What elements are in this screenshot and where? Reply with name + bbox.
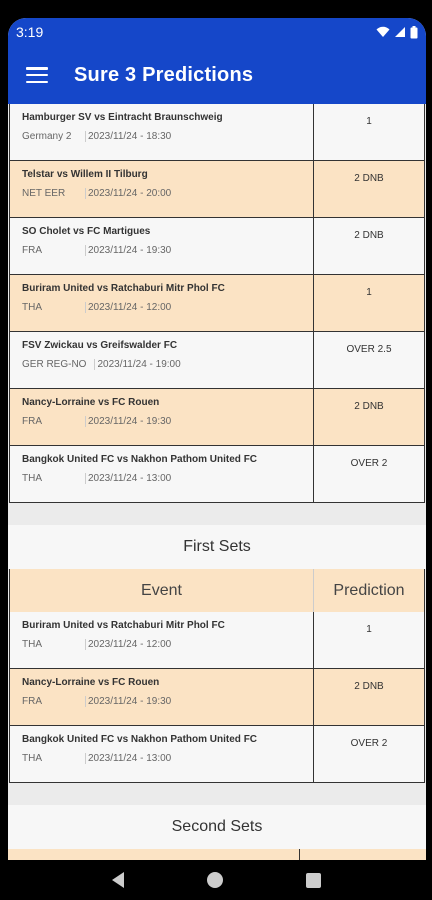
- table-row[interactable]: Buriram United vs Ratchaburi Mitr Phol F…: [10, 275, 424, 332]
- match-meta: GER REG-NO 2023/11/24 - 19:00: [22, 359, 313, 370]
- match-time: 2023/11/24 - 19:00: [97, 359, 181, 370]
- match-meta: FRA 2023/11/24 - 19:30: [22, 245, 313, 256]
- phone-frame: 3:19 Sure 3 Predictions Hamburger SV vs …: [0, 0, 432, 900]
- second-sets-title: Second Sets: [8, 805, 426, 849]
- table-row[interactable]: Nancy-Lorraine vs FC Rouen FRA 2023/11/24 …: [10, 389, 424, 446]
- event-cell: Nancy-Lorraine vs FC Rouen FRA 2023/11/24 …: [10, 389, 314, 445]
- event-cell: Bangkok United FC vs Nakhon Pathom Unite…: [10, 726, 314, 782]
- prediction-cell: 2 DNB: [354, 230, 384, 241]
- table-row[interactable]: Buriram United vs Ratchaburi Mitr Phol F…: [10, 612, 424, 669]
- table-row[interactable]: Bangkok United FC vs Nakhon Pathom Unite…: [10, 446, 424, 503]
- event-cell: Buriram United vs Ratchaburi Mitr Phol F…: [10, 275, 314, 331]
- table-row[interactable]: Nancy-Lorraine vs FC Rouen FRA 2023/11/24 …: [10, 669, 424, 726]
- match-meta: THA 2023/11/24 - 12:00: [22, 302, 313, 313]
- match-name: Bangkok United FC vs Nakhon Pathom Unite…: [22, 734, 258, 745]
- match-time: 2023/11/24 - 12:00: [88, 639, 172, 650]
- match-meta: NET EER 2023/11/24 - 20:00: [22, 188, 313, 199]
- screen: 3:19 Sure 3 Predictions Hamburger SV vs …: [8, 18, 426, 860]
- content-scroll[interactable]: Hamburger SV vs Eintracht Braunschweig Ge…: [8, 104, 426, 860]
- match-meta: THA 2023/11/24 - 12:00: [22, 639, 313, 650]
- league-label: FRA: [22, 245, 86, 256]
- league-label: THA: [22, 473, 86, 484]
- match-time: 2023/11/24 - 13:00: [88, 753, 172, 764]
- match-meta: FRA 2023/11/24 - 19:30: [22, 696, 313, 707]
- signal-icon: [395, 27, 405, 37]
- match-name: FSV Zwickau vs Greifswalder FC: [22, 340, 178, 351]
- recent-apps-icon[interactable]: [305, 872, 321, 888]
- match-name: SO Cholet vs FC Martigues: [22, 226, 151, 237]
- match-time: 2023/11/24 - 18:30: [88, 131, 172, 142]
- predictions-table: Hamburger SV vs Eintracht Braunschweig Ge…: [9, 104, 425, 503]
- battery-icon: [410, 25, 418, 38]
- table-row[interactable]: FSV Zwickau vs Greifswalder FC GER REG-NO…: [10, 332, 424, 389]
- match-name: Nancy-Lorraine vs FC Rouen: [22, 397, 160, 408]
- prediction-cell: 2 DNB: [354, 681, 384, 692]
- match-time: 2023/11/24 - 19:30: [88, 696, 172, 707]
- event-cell: Nancy-Lorraine vs FC Rouen FRA 2023/11/24 …: [10, 669, 314, 725]
- league-label: FRA: [22, 696, 86, 707]
- prediction-cell: OVER 2.5: [346, 344, 392, 355]
- league-label: Germany 2: [22, 131, 86, 142]
- match-name: Telstar vs Willem II Tilburg: [22, 169, 148, 180]
- event-cell: Bangkok United FC vs Nakhon Pathom Unite…: [10, 446, 314, 502]
- system-nav-bar: [0, 860, 432, 900]
- column-header-prediction: Prediction: [333, 581, 405, 599]
- league-label: THA: [22, 753, 86, 764]
- app-title: Sure 3 Predictions: [74, 63, 254, 86]
- match-meta: FRA 2023/11/24 - 19:30: [22, 416, 313, 427]
- event-cell: Hamburger SV vs Eintracht Braunschweig Ge…: [10, 104, 314, 160]
- match-name: Bangkok United FC vs Nakhon Pathom Unite…: [22, 454, 258, 465]
- match-name: Hamburger SV vs Eintracht Braunschweig: [22, 112, 223, 123]
- table-row[interactable]: Hamburger SV vs Eintracht Braunschweig Ge…: [10, 104, 424, 161]
- match-time: 2023/11/24 - 19:30: [88, 245, 172, 256]
- event-cell: Buriram United vs Ratchaburi Mitr Phol F…: [10, 612, 314, 668]
- match-time: 2023/11/24 - 13:00: [88, 473, 172, 484]
- prediction-cell: 1: [366, 287, 372, 298]
- match-time: 2023/11/24 - 12:00: [88, 302, 172, 313]
- wifi-icon: [376, 26, 390, 37]
- league-label: GER REG-NO: [22, 359, 96, 370]
- league-label: THA: [22, 302, 86, 313]
- match-meta: THA 2023/11/24 - 13:00: [22, 753, 313, 764]
- first-sets-header-row: Event Prediction: [10, 569, 424, 612]
- match-meta: Germany 2 2023/11/24 - 18:30: [22, 131, 313, 142]
- league-label: THA: [22, 639, 86, 650]
- home-icon[interactable]: [206, 872, 223, 888]
- match-name: Buriram United vs Ratchaburi Mitr Phol F…: [22, 283, 225, 294]
- match-time: 2023/11/24 - 19:30: [88, 416, 172, 427]
- column-header-event: Event: [10, 569, 314, 612]
- match-time: 2023/11/24 - 20:00: [88, 188, 172, 199]
- status-icons: [376, 25, 418, 39]
- back-icon[interactable]: [111, 872, 124, 888]
- status-bar: 3:19: [8, 18, 426, 46]
- prediction-cell: 1: [366, 116, 372, 127]
- match-name: Buriram United vs Ratchaburi Mitr Phol F…: [22, 620, 225, 631]
- section-gap: [8, 783, 426, 805]
- prediction-cell: OVER 2: [350, 738, 388, 749]
- league-label: NET EER: [22, 188, 86, 199]
- table-row[interactable]: Bangkok United FC vs Nakhon Pathom Unite…: [10, 726, 424, 783]
- status-time: 3:19: [16, 24, 44, 40]
- league-label: FRA: [22, 416, 86, 427]
- prediction-cell: 2 DNB: [354, 401, 384, 412]
- table-row[interactable]: Telstar vs Willem II Tilburg NET EER 2023/…: [10, 161, 424, 218]
- hamburger-menu-icon[interactable]: [26, 67, 48, 83]
- prediction-cell: 2 DNB: [354, 173, 384, 184]
- second-sets-header-peek: [8, 849, 426, 860]
- section-gap: [8, 503, 426, 525]
- event-cell: Telstar vs Willem II Tilburg NET EER 2023/…: [10, 161, 314, 217]
- first-sets-table: Event Prediction Buriram United vs Ratch…: [9, 569, 425, 783]
- prediction-cell: 1: [366, 624, 372, 635]
- event-cell: SO Cholet vs FC Martigues FRA 2023/11/24 -…: [10, 218, 314, 274]
- match-meta: THA 2023/11/24 - 13:00: [22, 473, 313, 484]
- first-sets-title: First Sets: [8, 525, 426, 569]
- app-bar: Sure 3 Predictions: [8, 46, 426, 104]
- table-row[interactable]: SO Cholet vs FC Martigues FRA 2023/11/24 -…: [10, 218, 424, 275]
- event-cell: FSV Zwickau vs Greifswalder FC GER REG-NO…: [10, 332, 314, 388]
- match-name: Nancy-Lorraine vs FC Rouen: [22, 677, 160, 688]
- prediction-cell: OVER 2: [350, 458, 388, 469]
